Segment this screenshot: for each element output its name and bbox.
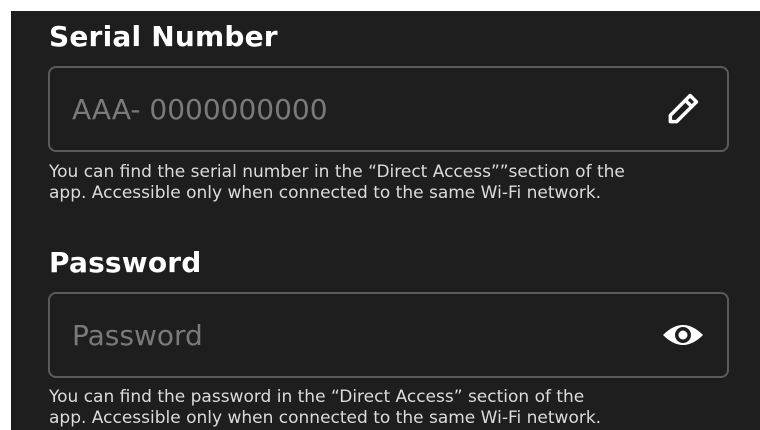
form-screen: Serial Number You can find the serial nu… (11, 11, 760, 430)
password-label: Password (49, 246, 202, 279)
serial-number-field[interactable] (48, 66, 729, 152)
serial-number-label: Serial Number (49, 20, 278, 53)
pencil-icon[interactable] (661, 87, 705, 131)
password-field[interactable] (48, 292, 729, 378)
password-help-line-1: You can find the password in the “Direct… (49, 387, 585, 407)
serial-help-line-1: You can find the serial number in the “D… (49, 162, 625, 182)
serial-help-line-2: app. Accessible only when connected to t… (49, 183, 602, 203)
eye-icon[interactable] (661, 313, 705, 357)
password-input[interactable] (72, 294, 632, 376)
password-help-line-2: app. Accessible only when connected to t… (49, 408, 602, 428)
serial-number-input[interactable] (72, 68, 632, 150)
password-help: You can find the password in the “Direct… (49, 387, 749, 429)
serial-number-help: You can find the serial number in the “D… (49, 162, 749, 204)
